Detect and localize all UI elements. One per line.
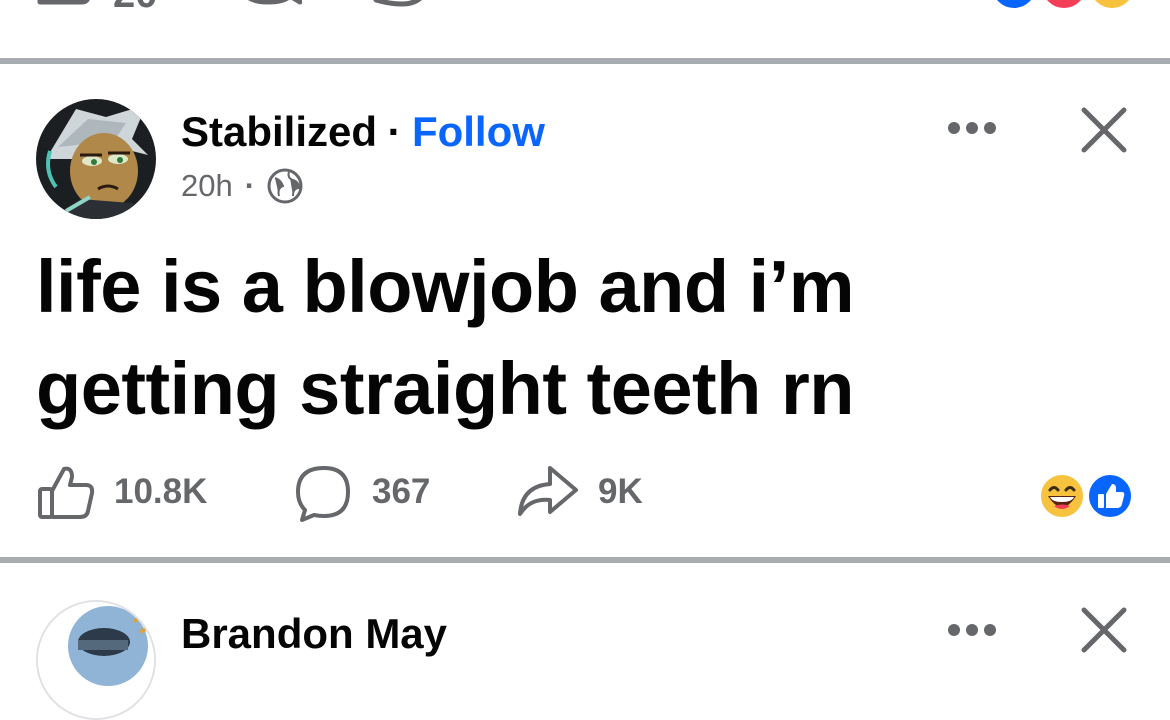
post-text-line-2: getting straight teeth rn: [36, 347, 854, 430]
next-more-options-icon[interactable]: [946, 620, 998, 640]
post-header: Stabilized · Follow: [181, 108, 545, 156]
next-avatar-image: [38, 602, 154, 718]
next-author-name[interactable]: Brandon May: [181, 610, 447, 658]
post-text-line-1: life is a blowjob and i’m: [36, 245, 855, 328]
post-time[interactable]: 20h: [181, 168, 233, 204]
globe-icon: [267, 168, 303, 204]
close-icon[interactable]: [1080, 106, 1128, 154]
author-avatar[interactable]: [36, 99, 156, 219]
reactions-summary[interactable]: [1036, 470, 1136, 522]
like-button-icon[interactable]: [36, 463, 96, 521]
author-name[interactable]: Stabilized: [181, 108, 377, 155]
post-divider-top: [0, 58, 1170, 64]
like-count[interactable]: 10.8K: [114, 472, 207, 512]
comment-button-icon[interactable]: [294, 464, 354, 522]
reaction-icons: [1037, 471, 1135, 521]
comment-outline-icon[interactable]: [238, 0, 302, 20]
meta-separator: ·: [244, 168, 256, 203]
share-button-icon[interactable]: [516, 464, 580, 520]
post-text: life is a blowjob and i’m getting straig…: [36, 236, 855, 440]
next-author-avatar[interactable]: [36, 600, 156, 720]
more-options-icon[interactable]: [946, 118, 998, 138]
previous-like-count: 20: [113, 0, 158, 17]
header-separator: ·: [387, 108, 402, 155]
share-count[interactable]: 9K: [598, 472, 643, 512]
post-divider-bottom: [0, 557, 1170, 563]
next-close-icon[interactable]: [1080, 606, 1128, 654]
follow-button[interactable]: Follow: [412, 108, 545, 155]
reactions-summary-previous[interactable]: [988, 0, 1138, 20]
post-meta: 20h ·: [181, 168, 303, 204]
comment-count[interactable]: 367: [372, 472, 430, 512]
share-outline-icon[interactable]: [368, 0, 432, 20]
like-outline-icon[interactable]: [36, 0, 96, 20]
avatar-image: [36, 99, 156, 219]
